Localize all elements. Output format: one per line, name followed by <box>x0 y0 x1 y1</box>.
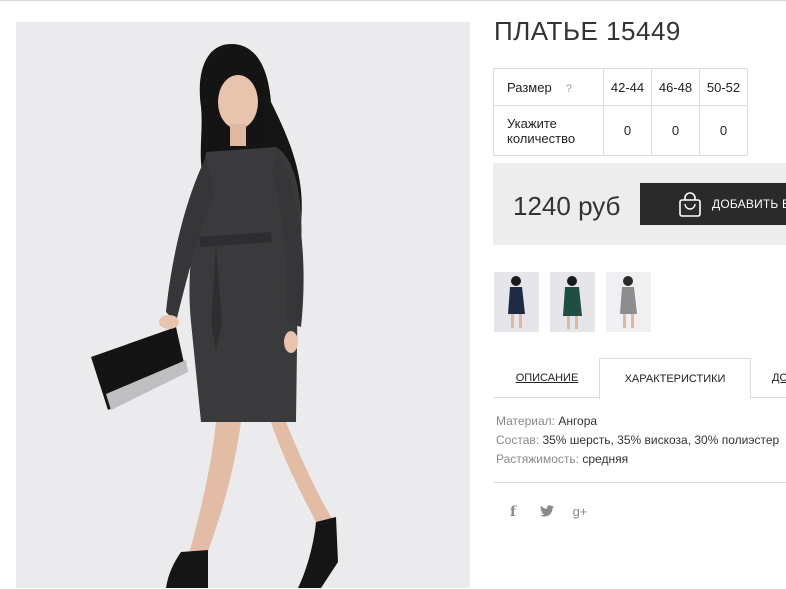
quantity-label-cell: Укажите количество <box>493 105 604 156</box>
size-label: Размер <box>507 79 552 95</box>
tab-description[interactable]: ОПИСАНИЕ <box>494 358 600 397</box>
size-quantity-table: Размер? 42-44 46-48 50-52 Укажите количе… <box>493 68 748 156</box>
quantity-label-line2: количество <box>507 130 576 146</box>
twitter-bird-glyph <box>540 505 554 517</box>
thumbnail-green-image <box>550 272 595 332</box>
top-divider <box>0 0 786 1</box>
help-icon[interactable]: ? <box>566 83 572 95</box>
buy-box: 1240 руб ДОБАВИТЬ В <box>493 163 786 245</box>
quantity-row: Укажите количество 0 0 0 <box>493 105 748 156</box>
spec-value: средняя <box>582 452 629 466</box>
size-row: Размер? 42-44 46-48 50-52 <box>493 68 748 106</box>
size-50-52: 50-52 <box>699 68 748 106</box>
quantity-input-46-48[interactable]: 0 <box>651 105 700 156</box>
product-photo-illustration <box>16 22 470 588</box>
spec-row-material: Материал: Ангора <box>496 412 779 431</box>
product-tabs: ОПИСАНИЕ ХАРАКТЕРИСТИКИ ДО <box>494 358 786 400</box>
size-46-48: 46-48 <box>651 68 700 106</box>
google-plus-icon[interactable]: g+ <box>571 503 589 521</box>
spec-value: 35% шерсть, 35% вискоза, 30% полиэстер <box>542 433 780 447</box>
quantity-input-42-44[interactable]: 0 <box>603 105 652 156</box>
size-42-44: 42-44 <box>603 68 652 106</box>
tab-delivery[interactable]: ДО <box>772 358 786 397</box>
shopping-bag-icon <box>679 192 701 217</box>
spec-key: Материал: <box>496 414 555 428</box>
thumbnail-grey-image <box>606 272 651 332</box>
thumbnail-navy-image <box>494 272 539 332</box>
spec-row-composition: Состав: 35% шерсть, 35% вискоза, 30% пол… <box>496 431 779 450</box>
product-image[interactable] <box>16 22 470 588</box>
social-divider <box>494 482 786 483</box>
facebook-icon[interactable]: f <box>504 503 522 521</box>
quantity-input-50-52[interactable]: 0 <box>699 105 748 156</box>
add-to-cart-label: ДОБАВИТЬ В <box>712 197 786 211</box>
spec-key: Состав: <box>496 433 540 447</box>
specs-list: Материал: Ангора Состав: 35% шерсть, 35%… <box>496 412 779 469</box>
size-label-cell: Размер? <box>493 68 604 106</box>
quantity-label-line1: Укажите <box>507 115 557 131</box>
thumbnail-navy[interactable] <box>494 272 539 332</box>
add-to-cart-button[interactable]: ДОБАВИТЬ В <box>640 183 786 225</box>
spec-value: Ангора <box>558 414 598 428</box>
tab-characteristics[interactable]: ХАРАКТЕРИСТИКИ <box>599 358 751 400</box>
spec-row-stretch: Растяжимость: средняя <box>496 450 779 469</box>
spec-key: Растяжимость: <box>496 452 580 466</box>
thumbnail-grey[interactable] <box>606 272 651 332</box>
product-title: ПЛАТЬЕ 15449 <box>494 16 681 46</box>
twitter-icon[interactable] <box>538 503 556 521</box>
price: 1240 руб <box>513 191 621 221</box>
thumbnail-green[interactable] <box>550 272 595 332</box>
